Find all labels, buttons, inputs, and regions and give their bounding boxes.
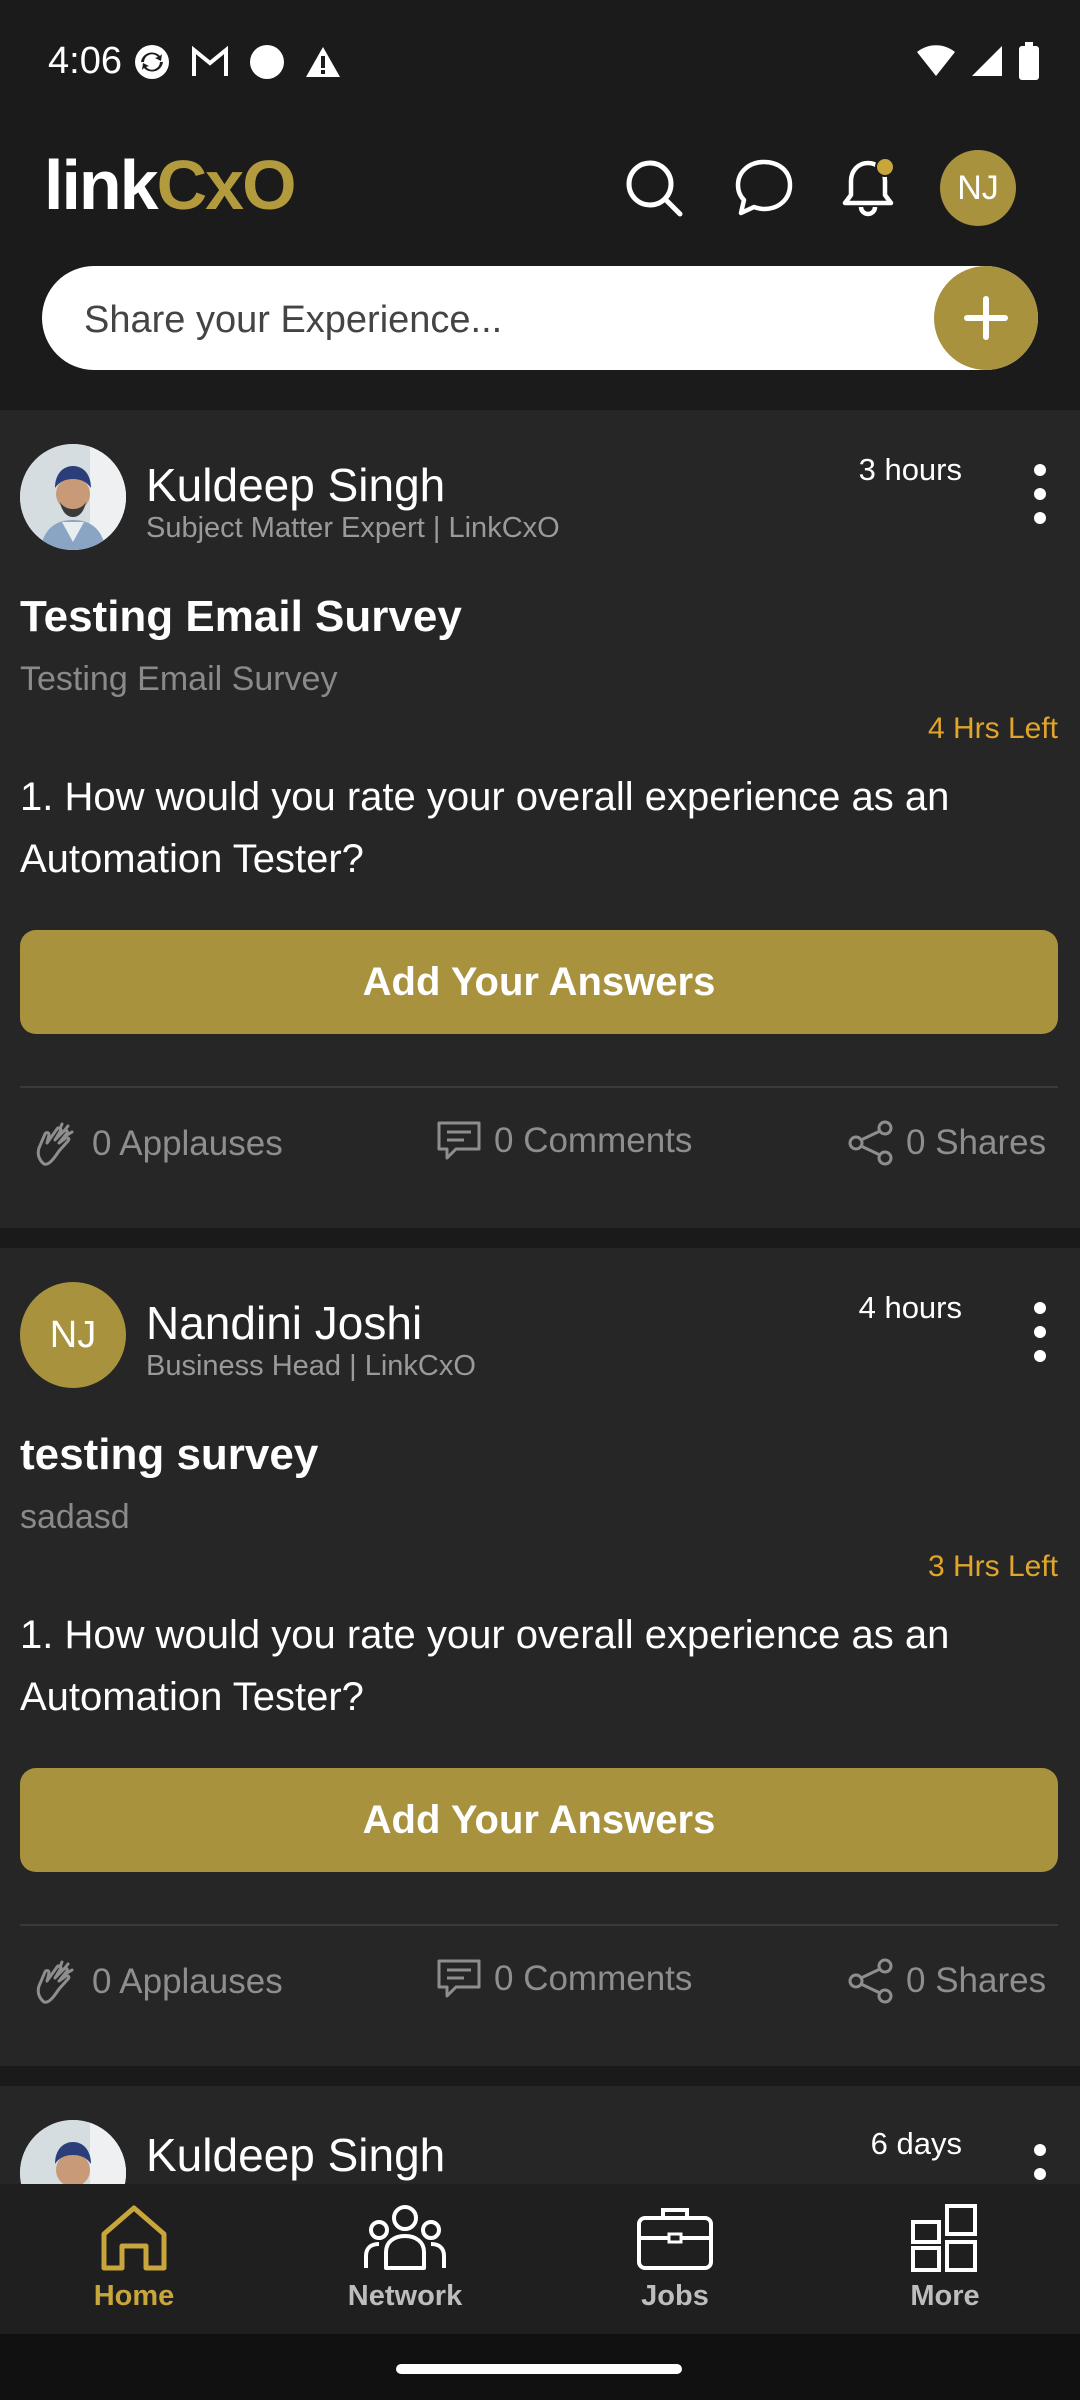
nav-label: Network [347,2280,463,2312]
survey-description: Testing Email Survey [20,660,338,698]
applause-count: 0 Applauses [92,1962,283,2001]
status-bar: 4:06 [0,0,1080,130]
home-gesture-bar[interactable] [396,2364,682,2374]
applause-button[interactable]: 0 Applauses [32,1120,283,1168]
status-icons-left [132,42,342,87]
share-placeholder: Share your Experience... [84,299,503,341]
logo-text-cxo: CxO [156,146,297,224]
applause-count: 0 Applauses [92,1124,283,1163]
post-time: 6 days [870,2126,962,2161]
share-button[interactable]: 0 Shares [848,1958,1046,2004]
grid-icon [911,2204,977,2272]
signal-icon [970,44,1004,83]
post-card: Kuldeep Singh Subject Matter Expert | Li… [0,410,1080,1228]
bell-icon[interactable] [830,150,906,226]
nav-label: Jobs [641,2280,709,2312]
chat-icon[interactable] [726,150,802,226]
add-answers-button[interactable]: Add Your Answers [20,930,1058,1034]
comment-button[interactable]: 0 Comments [436,1120,692,1162]
more-options-icon[interactable] [1030,1302,1050,1362]
author-name[interactable]: Kuldeep Singh [146,2128,445,2182]
share-count: 0 Shares [906,1961,1047,2000]
author-avatar[interactable] [20,444,126,550]
author-avatar[interactable] [20,2120,126,2184]
bottom-navigation: Home Network Jobs More [0,2184,1080,2334]
add-post-button[interactable] [934,266,1038,370]
applause-icon [36,1122,74,1166]
gesture-area [0,2334,1080,2400]
share-experience-input[interactable]: Share your Experience... [42,266,1038,370]
gmail-icon [190,45,230,83]
survey-question: 1. How would you rate your overall exper… [20,775,950,881]
nav-label: Home [93,2280,175,2312]
post-card: Kuldeep Singh 6 days [0,2086,1080,2184]
comment-button[interactable]: 0 Comments [436,1958,692,2000]
wifi-icon [916,44,956,83]
nav-label: More [910,2280,980,2312]
author-name[interactable]: Nandini Joshi [146,1296,422,1350]
share-icon [848,1120,893,1166]
survey-question: 1. How would you rate your overall exper… [20,1613,950,1719]
divider [20,1924,1058,1926]
applause-icon [36,1960,74,2004]
comment-count: 0 Comments [494,1121,693,1160]
applause-button[interactable]: 0 Applauses [32,1958,283,2006]
profile-avatar[interactable]: NJ [940,150,1016,226]
network-icon [364,2205,446,2270]
author-title: Business Head | LinkCxO [146,1350,476,1382]
divider [20,1086,1058,1088]
briefcase-icon [637,2208,713,2270]
sync-icon [132,42,172,87]
nav-more[interactable]: More [845,2200,1045,2313]
app-header: link CxO NJ Share your Experience... [0,130,1080,410]
comment-icon [437,1959,481,1998]
warning-icon [304,45,342,84]
nav-network[interactable]: Network [305,2200,505,2313]
post-time: 4 hours [858,1290,962,1325]
nav-jobs[interactable]: Jobs [575,2200,775,2313]
add-answers-button[interactable]: Add Your Answers [20,1768,1058,1872]
linkcxo-logo[interactable]: link CxO [44,146,297,224]
author-avatar[interactable]: NJ [20,1282,126,1388]
status-time: 4:06 [48,40,122,82]
battery-icon [1018,42,1040,85]
comment-count: 0 Comments [494,1959,693,1998]
more-options-icon[interactable] [1030,464,1050,524]
nav-home[interactable]: Home [34,2200,234,2313]
home-icon [101,2205,167,2271]
comment-icon [437,1121,481,1160]
logo-text-link: link [44,146,159,224]
author-name[interactable]: Kuldeep Singh [146,458,445,512]
post-card: NJ Nandini Joshi Business Head | LinkCxO… [0,1248,1080,2066]
survey-title: testing survey [20,1430,319,1479]
feed[interactable]: Kuldeep Singh Subject Matter Expert | Li… [0,410,1080,2184]
circle-icon [248,43,286,86]
share-icon [848,1958,893,2004]
survey-title: Testing Email Survey [20,592,462,641]
more-options-icon[interactable] [1030,2144,1050,2184]
plus-icon [964,296,1008,340]
share-count: 0 Shares [906,1123,1047,1162]
survey-description: sadasd [20,1498,130,1536]
author-title: Subject Matter Expert | LinkCxO [146,512,560,544]
status-icons-right [916,42,1040,85]
time-left-badge: 4 Hrs Left [927,712,1058,745]
post-time: 3 hours [858,452,962,487]
share-button[interactable]: 0 Shares [848,1120,1046,1166]
time-left-badge: 3 Hrs Left [927,1550,1058,1583]
search-icon[interactable] [616,150,692,226]
